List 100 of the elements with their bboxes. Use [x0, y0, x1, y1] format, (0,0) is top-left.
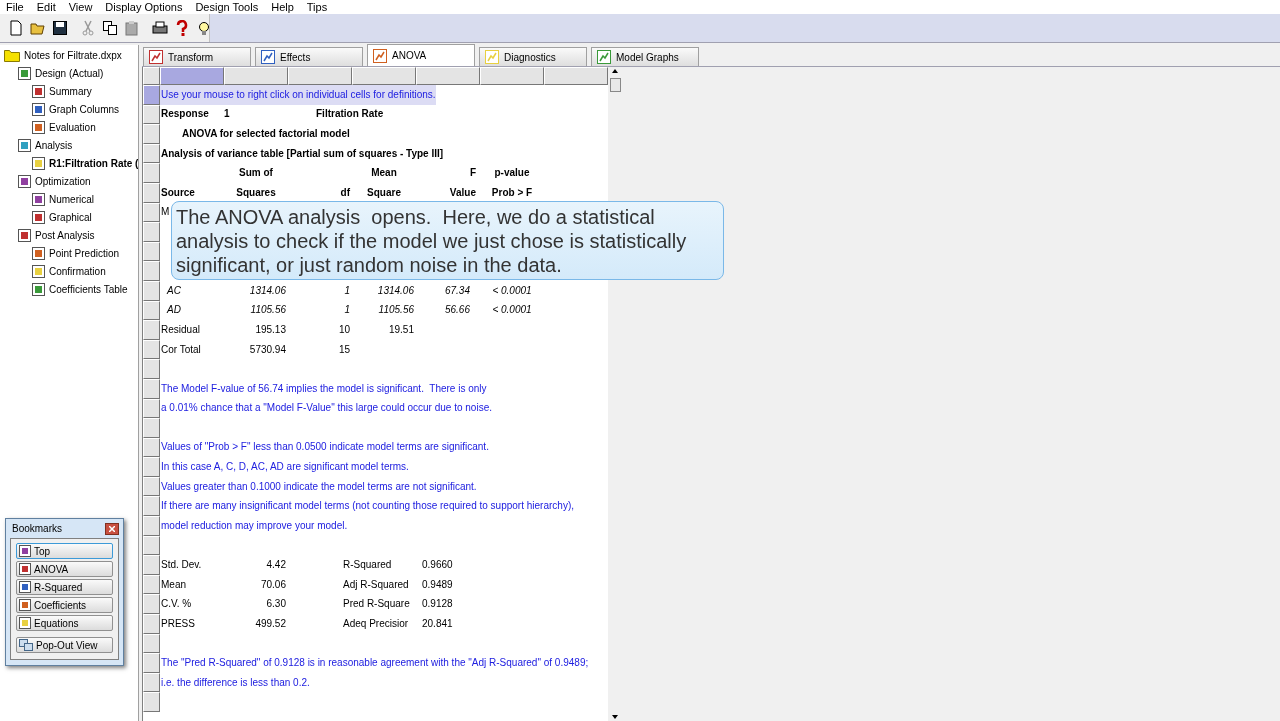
menu-item[interactable]: View — [68, 1, 93, 13]
note-text: Values greater than 0.1000 indicate the model terms are not significant. — [160, 479, 477, 494]
note-text: The Model F-value of 56.74 implies the model is significant. There is only — [160, 381, 487, 396]
callout-text: The ANOVA analysis opens. Here, we do a statistical analysis to check if the model we just chose is statistically significant, or just random noise in the data. — [176, 204, 688, 277]
tab[interactable]: ANOVA — [367, 44, 475, 66]
tree-item[interactable]: Optimization — [35, 173, 91, 189]
printer-icon[interactable] — [152, 20, 168, 36]
table-cell: 19.51 — [388, 323, 414, 335]
pop-out-button[interactable]: Pop-Out View — [16, 637, 113, 653]
column-header-button[interactable] — [544, 67, 608, 85]
column-header-button[interactable] — [160, 67, 224, 85]
note-text: model reduction may improve your model. — [160, 518, 348, 533]
tree-item[interactable]: Graphical — [49, 209, 92, 225]
row-header[interactable] — [143, 692, 160, 712]
tab[interactable]: Transform — [143, 47, 251, 66]
row-header[interactable] — [143, 614, 160, 634]
table-heading: Analysis of variance table [Partial sum of squares - Type III] — [160, 148, 444, 159]
new-file-icon[interactable] — [8, 20, 24, 36]
menu-item[interactable]: Tips — [306, 1, 328, 13]
row-header[interactable] — [143, 496, 160, 517]
bookmark-button[interactable]: Coefficients — [16, 597, 113, 613]
table-cell: AC — [167, 284, 181, 296]
stat-value: 0.9489 — [422, 578, 453, 590]
row-header[interactable] — [143, 359, 160, 379]
row-header[interactable] — [143, 555, 160, 575]
tab[interactable]: Diagnostics — [479, 47, 587, 66]
tree-item[interactable]: Summary — [49, 83, 92, 99]
column-header-button[interactable] — [480, 67, 544, 85]
table-cell: 67.34 — [444, 284, 470, 296]
menu-item[interactable]: File — [6, 1, 24, 13]
stat-label: Std. Dev. — [161, 559, 202, 571]
bookmark-icon — [19, 563, 31, 575]
row-header[interactable] — [143, 124, 160, 144]
table-cell: 1314.06 — [249, 284, 286, 296]
tree-item[interactable]: Design (Actual) — [35, 65, 104, 81]
menu-item[interactable]: Design Tools — [195, 1, 259, 13]
row-header[interactable] — [143, 85, 160, 105]
tree-item[interactable]: Coefficients Table — [49, 281, 128, 297]
row-header[interactable] — [143, 222, 160, 242]
row-header[interactable] — [143, 418, 160, 438]
paste-icon[interactable] — [124, 20, 140, 36]
column-header-button[interactable] — [224, 67, 288, 85]
cut-icon[interactable] — [80, 20, 96, 36]
tree-item[interactable]: Point Prediction — [49, 245, 120, 261]
stat-label: Adj R-Squared — [343, 578, 409, 590]
close-button[interactable] — [105, 522, 119, 535]
bookmark-button[interactable]: R-Squared — [16, 579, 113, 595]
row-header[interactable] — [143, 594, 160, 615]
copy-icon[interactable] — [102, 20, 118, 36]
stat-value: 4.42 — [266, 559, 286, 571]
stat-value: 499.52 — [255, 617, 286, 629]
model-heading: ANOVA for selected factorial model — [181, 129, 350, 139]
bookmark-button[interactable]: Equations — [16, 615, 113, 631]
tab[interactable]: Effects — [255, 47, 363, 66]
tree-item[interactable]: Graph Columns — [49, 101, 120, 117]
table-cell: AD — [167, 304, 181, 316]
grid-corner-button[interactable] — [143, 67, 160, 85]
column-header: Prob > F — [491, 186, 533, 198]
scroll-down-arrow-icon[interactable] — [612, 715, 618, 719]
help-icon[interactable] — [174, 20, 190, 36]
menu-item[interactable]: Help — [271, 1, 294, 13]
row-header[interactable] — [143, 163, 160, 183]
save-icon[interactable] — [52, 20, 68, 36]
row-header[interactable] — [143, 653, 160, 673]
bookmark-button[interactable]: Top — [16, 543, 113, 559]
tree-item[interactable]: Post Analysis — [35, 227, 95, 243]
column-header-button[interactable] — [416, 67, 480, 85]
tree-item[interactable]: Numerical — [49, 191, 94, 207]
row-header[interactable] — [143, 261, 160, 281]
tree-item[interactable]: Analysis — [35, 137, 73, 153]
node-icon — [18, 66, 31, 80]
row-header[interactable] — [143, 320, 160, 340]
tree-item[interactable]: R1:Filtration Rate ( — [49, 155, 138, 171]
table-cell: 1314.06 — [377, 284, 414, 296]
open-folder-icon[interactable] — [30, 20, 46, 36]
column-header: Squares — [236, 186, 276, 198]
tree-item[interactable]: Notes for Filtrate.dxpx — [24, 47, 122, 63]
menu-item[interactable]: Edit — [36, 1, 56, 13]
chart-icon — [597, 50, 611, 64]
stat-label: Mean — [161, 578, 186, 590]
response-number: 1 — [224, 108, 230, 120]
table-cell: 1 — [344, 304, 350, 316]
lightbulb-icon[interactable] — [196, 20, 212, 36]
column-header: Square — [367, 186, 401, 198]
column-header: Source — [161, 186, 195, 198]
scroll-up-arrow-icon[interactable] — [612, 69, 618, 73]
column-header: F — [469, 167, 476, 179]
tree-item[interactable]: Evaluation — [49, 119, 96, 135]
column-header-button[interactable] — [352, 67, 416, 85]
row-header[interactable] — [143, 457, 160, 477]
stat-label: Pred R-Square — [343, 598, 410, 610]
menu-item[interactable]: Display Options — [105, 1, 183, 13]
stat-label: R-Squared — [343, 559, 392, 571]
tree-item[interactable]: Confirmation — [49, 263, 106, 279]
column-header: df — [340, 186, 350, 198]
bookmark-button[interactable]: ANOVA — [16, 561, 113, 577]
tab[interactable]: Model Graphs — [591, 47, 699, 66]
column-header-button[interactable] — [288, 67, 352, 85]
scrollbar-thumb[interactable] — [609, 78, 621, 92]
row-header[interactable] — [143, 516, 160, 536]
